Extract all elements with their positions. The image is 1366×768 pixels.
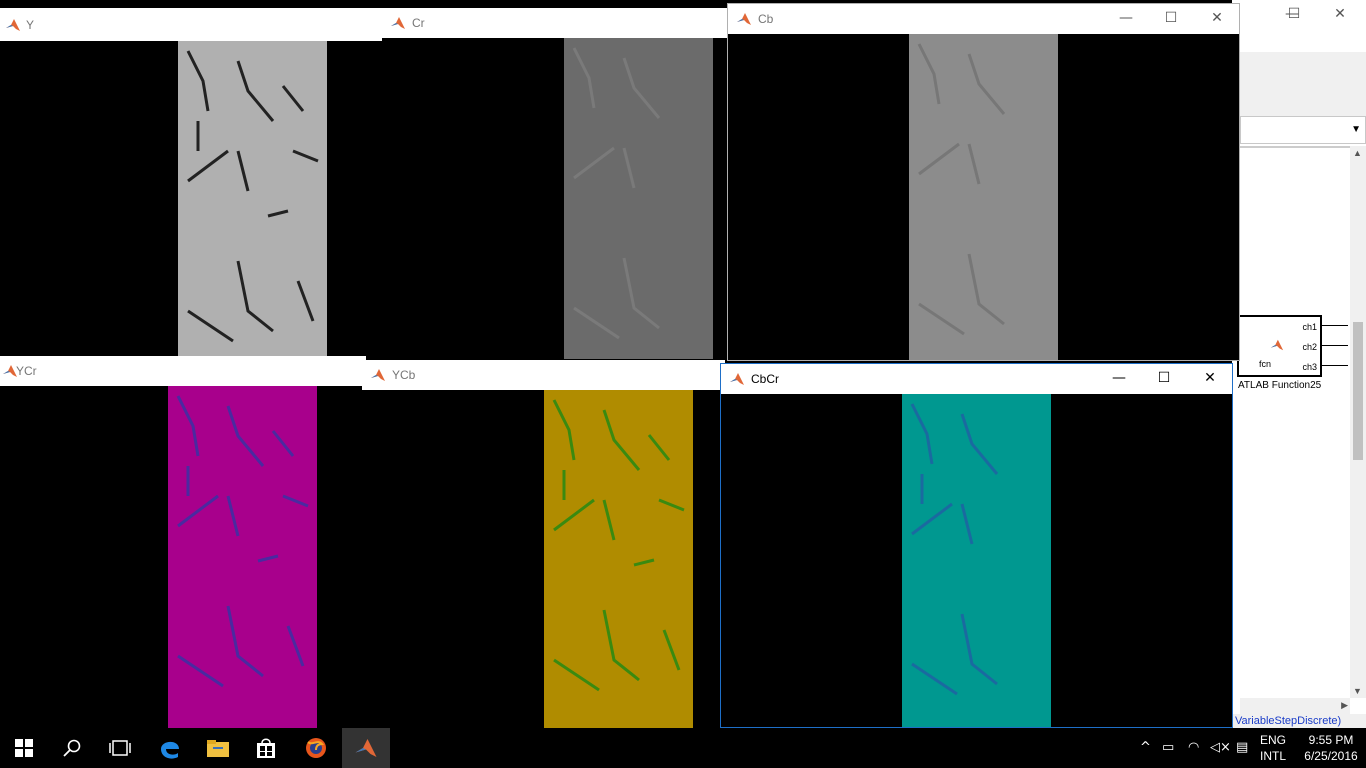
close-icon[interactable]: ✕ bbox=[1330, 6, 1350, 22]
clock-date: 6/25/2016 bbox=[1304, 749, 1358, 763]
edge-icon bbox=[161, 741, 179, 759]
firefox-app-button[interactable] bbox=[292, 728, 340, 768]
window-title: YCb bbox=[392, 368, 416, 382]
maximize-icon[interactable]: ☐ bbox=[1284, 6, 1304, 22]
port-label-ch2: ch2 bbox=[1302, 342, 1317, 352]
clock-time: 9:55 PM bbox=[1308, 733, 1354, 747]
matlab-logo-icon bbox=[737, 13, 751, 25]
image-y-channel bbox=[178, 41, 327, 356]
port-label-ch3: ch3 bbox=[1302, 362, 1317, 372]
matlab-logo-icon bbox=[391, 17, 405, 29]
chevron-down-icon[interactable]: ▼ bbox=[1351, 124, 1361, 135]
fcn-label: fcn bbox=[1259, 359, 1272, 369]
figure-window-ycr[interactable]: YCr bbox=[0, 356, 366, 728]
scroll-down-icon[interactable]: ▼ bbox=[1353, 686, 1362, 696]
figure-titlebar[interactable]: YCb bbox=[362, 360, 725, 390]
input-language-indicator[interactable]: ENG INTL bbox=[1260, 732, 1286, 764]
simulink-titlebar: — ☐ ✕ bbox=[1232, 0, 1366, 32]
close-icon[interactable]: ✕ bbox=[1200, 370, 1220, 386]
window-title: Cb bbox=[758, 12, 774, 26]
image-cbcr-channel bbox=[902, 394, 1051, 727]
simulation-mode-combo[interactable]: ▼ bbox=[1240, 116, 1366, 144]
language-code: ENG bbox=[1260, 733, 1287, 747]
scroll-right-icon[interactable]: ▶ bbox=[1341, 700, 1348, 711]
windows-logo-icon bbox=[15, 739, 33, 757]
figure-window-cbcr[interactable]: CbCr — ☐ ✕ bbox=[720, 363, 1233, 728]
matlab-logo-icon bbox=[6, 19, 20, 31]
figure-titlebar[interactable]: Cb — ☐ ✕ bbox=[728, 4, 1239, 34]
battery-icon[interactable]: ▭ bbox=[1162, 740, 1174, 755]
store-app-button[interactable] bbox=[242, 728, 290, 768]
figure-window-cr[interactable]: Cr bbox=[382, 8, 730, 359]
start-button[interactable] bbox=[0, 728, 48, 768]
window-title: YCr bbox=[16, 364, 37, 378]
block-name-label: ATLAB Function25 bbox=[1238, 380, 1322, 391]
figure-titlebar[interactable]: Y bbox=[0, 8, 384, 41]
output-line-ch3 bbox=[1322, 365, 1348, 366]
taskbar: ^ ▭ ◠ ◁× ▤ ENG INTL 9:55 PM 6/25/2016 bbox=[0, 728, 1366, 768]
image-cr-channel bbox=[564, 38, 713, 359]
figure-titlebar[interactable]: CbCr — ☐ ✕ bbox=[721, 364, 1232, 394]
horizontal-scrollbar[interactable]: ▶ bbox=[1240, 698, 1350, 714]
matlab-function-block[interactable]: ch1 ch2 ch3 fcn bbox=[1237, 315, 1322, 377]
output-line-ch2 bbox=[1322, 345, 1348, 346]
image-ycr-channel bbox=[168, 386, 317, 728]
firefox-icon bbox=[306, 738, 326, 758]
model-canvas[interactable] bbox=[1240, 146, 1350, 698]
figure-titlebar[interactable]: YCr bbox=[0, 356, 366, 386]
search-button[interactable] bbox=[48, 728, 96, 768]
matlab-logo-icon bbox=[355, 739, 377, 757]
close-icon[interactable]: ✕ bbox=[1207, 10, 1227, 26]
output-line-ch1 bbox=[1322, 325, 1348, 326]
wifi-icon[interactable]: ◠ bbox=[1188, 740, 1199, 755]
figure-window-cb[interactable]: Cb — ☐ ✕ bbox=[727, 3, 1240, 361]
folder-icon bbox=[207, 740, 229, 757]
figure-window-y[interactable]: Y bbox=[0, 8, 384, 356]
minimize-icon[interactable]: — bbox=[1109, 370, 1129, 386]
scroll-thumb[interactable] bbox=[1353, 322, 1363, 460]
solver-status: VariableStepDiscrete) bbox=[1232, 714, 1366, 728]
port-label-ch1: ch1 bbox=[1302, 322, 1317, 332]
figure-window-ycb[interactable]: YCb bbox=[362, 360, 725, 728]
task-view-button[interactable] bbox=[96, 728, 144, 768]
simulink-toolbar bbox=[1240, 52, 1366, 118]
scroll-up-icon[interactable]: ▲ bbox=[1353, 148, 1362, 158]
vertical-scrollbar[interactable]: ▲ ▼ bbox=[1350, 146, 1366, 698]
matlab-logo-icon bbox=[1270, 339, 1284, 351]
minimize-icon[interactable]: — bbox=[1116, 10, 1136, 26]
matlab-app-button[interactable] bbox=[342, 728, 390, 768]
edge-app-button[interactable] bbox=[146, 728, 194, 768]
store-icon bbox=[257, 738, 275, 758]
figure-titlebar[interactable]: Cr bbox=[382, 8, 730, 38]
window-title: Y bbox=[26, 18, 35, 32]
search-icon bbox=[63, 739, 81, 757]
matlab-logo-icon bbox=[371, 369, 385, 381]
file-explorer-button[interactable] bbox=[194, 728, 242, 768]
window-title: Cr bbox=[412, 16, 425, 30]
volume-muted-icon[interactable]: ◁× bbox=[1210, 740, 1231, 755]
maximize-icon[interactable]: ☐ bbox=[1154, 370, 1174, 386]
notifications-icon[interactable]: ▤ bbox=[1236, 740, 1248, 755]
matlab-logo-icon bbox=[730, 373, 744, 385]
image-ycb-channel bbox=[544, 390, 693, 728]
show-hidden-icons-icon[interactable]: ^ bbox=[1140, 740, 1151, 755]
window-title: CbCr bbox=[751, 372, 780, 386]
keyboard-layout: INTL bbox=[1260, 749, 1287, 763]
image-cb-channel bbox=[909, 34, 1058, 360]
maximize-icon[interactable]: ☐ bbox=[1161, 10, 1181, 26]
system-clock[interactable]: 9:55 PM 6/25/2016 bbox=[1296, 732, 1366, 764]
task-view-icon bbox=[109, 740, 131, 756]
